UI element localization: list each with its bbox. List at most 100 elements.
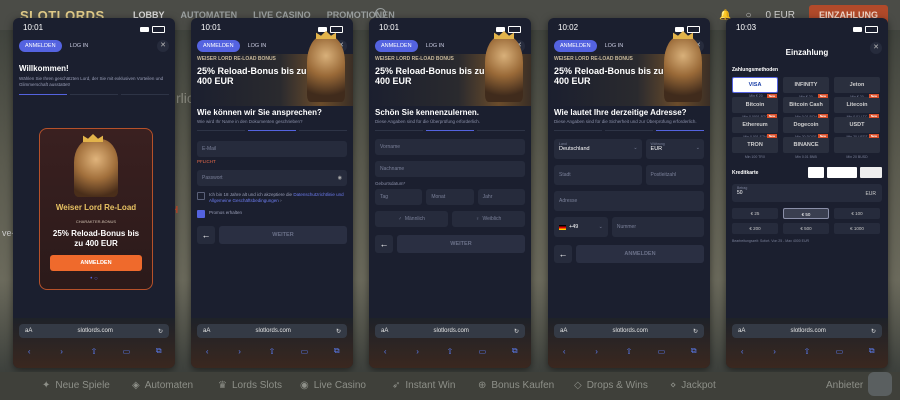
reload-icon[interactable]: ↻ xyxy=(871,328,876,335)
forward-icon[interactable]: › xyxy=(57,347,67,356)
payment-method[interactable]: INFINITYMin € 20 xyxy=(783,77,829,99)
payment-method[interactable]: JetonMin € 20 xyxy=(834,77,880,99)
tab-register[interactable]: ANMELDEN xyxy=(197,40,240,52)
female-option[interactable]: ♀ Weiblich xyxy=(452,211,525,227)
payment-method[interactable]: USDTNewMin 20 USDT xyxy=(834,114,880,139)
city-field[interactable]: Stadt xyxy=(554,165,642,185)
forward-icon[interactable]: › xyxy=(592,347,602,356)
cat-drops-wins[interactable]: ◇ Drops & Wins xyxy=(574,380,648,391)
back-icon[interactable]: ‹ xyxy=(737,347,747,356)
payment-method[interactable]: Bitcoin CashNewMin 0.01 BCH xyxy=(783,94,829,119)
payment-method[interactable]: DogecoinNewMin 20 DOGE xyxy=(783,114,829,139)
tab-register[interactable]: ANMELDEN xyxy=(375,40,418,52)
year-field[interactable]: Jahr xyxy=(477,189,525,205)
reload-icon[interactable]: ↻ xyxy=(693,328,698,335)
register-submit-button[interactable]: ANMELDEN xyxy=(576,245,704,263)
cat-automaten[interactable]: ◈ Automaten xyxy=(132,380,193,391)
cat-anbieter[interactable]: Anbieter xyxy=(826,380,863,391)
promos-checkbox[interactable] xyxy=(197,210,205,218)
url-bar[interactable]: aA slotlords.com ↻ xyxy=(19,324,169,338)
cat-bonus-kaufen[interactable]: ⊕ Bonus Kaufen xyxy=(478,380,554,391)
promos-checkbox-row[interactable]: Promos erhalten xyxy=(191,204,353,218)
text-size-button[interactable]: aA xyxy=(560,328,567,334)
cat-neue-spiele[interactable]: ✦ Neue Spiele xyxy=(42,380,110,391)
tab-register[interactable]: ANMELDEN xyxy=(554,40,597,52)
back-arrow-icon[interactable]: ← xyxy=(375,235,393,253)
tabs-icon[interactable]: ⧉ xyxy=(867,346,877,356)
payment-method[interactable]: LitecoinNewMin 0.01 LTC xyxy=(834,94,880,119)
payment-method[interactable]: New Min 20 BUSD xyxy=(834,134,880,159)
amount-chip[interactable]: € 25 xyxy=(732,208,778,219)
male-option[interactable]: ♂ Männlich xyxy=(375,211,448,227)
share-icon[interactable]: ⇧ xyxy=(445,347,455,356)
chat-icon[interactable] xyxy=(868,372,892,396)
forward-icon[interactable]: › xyxy=(235,347,245,356)
text-size-button[interactable]: aA xyxy=(203,328,210,334)
amount-chip[interactable]: € 500 xyxy=(783,223,829,234)
tab-register[interactable]: ANMELDEN xyxy=(19,40,62,52)
close-icon[interactable]: ✕ xyxy=(157,40,169,52)
phone-number-field[interactable]: Nummer xyxy=(611,217,704,237)
back-icon[interactable]: ‹ xyxy=(24,347,34,356)
forward-icon[interactable]: › xyxy=(413,347,423,356)
cat-instant-win[interactable]: ➶ Instant Win xyxy=(392,380,455,391)
text-size-button[interactable]: aA xyxy=(738,328,745,334)
carousel-dots[interactable]: • ○ xyxy=(13,276,175,282)
next-button[interactable]: WEITER xyxy=(219,226,347,244)
address-field[interactable]: Adresse xyxy=(554,191,704,211)
payment-method[interactable]: BINANCE New Min 0.01 BNB xyxy=(783,134,829,159)
bookmarks-icon[interactable]: ▭ xyxy=(299,347,309,356)
text-size-button[interactable]: aA xyxy=(381,328,388,334)
firstname-field[interactable]: Vorname xyxy=(375,139,525,155)
password-field[interactable]: Passwort ◉ xyxy=(197,170,347,186)
reload-icon[interactable]: ↻ xyxy=(158,328,163,335)
country-select[interactable]: Land Deutschland ⌄ xyxy=(554,139,642,159)
bookmarks-icon[interactable]: ▭ xyxy=(656,347,666,356)
promo-card[interactable]: Weiser Lord Re-Load CHARAKTER-BONUS 25% … xyxy=(39,128,153,290)
tabs-icon[interactable]: ⧉ xyxy=(510,346,520,356)
back-arrow-icon[interactable]: ← xyxy=(554,245,572,263)
terms-checkbox-row[interactable]: Ich bin 18 Jahre alt und ich akzeptiere … xyxy=(191,186,353,204)
payment-method[interactable]: VISA Min € 20 xyxy=(732,77,778,98)
share-icon[interactable]: ⇧ xyxy=(624,347,634,356)
back-icon[interactable]: ‹ xyxy=(380,347,390,356)
share-icon[interactable]: ⇧ xyxy=(802,347,812,356)
tabs-icon[interactable]: ⧉ xyxy=(332,346,342,356)
promo-register-button[interactable]: ANMELDEN xyxy=(50,255,142,271)
amount-field[interactable]: Betrag 50 EUR xyxy=(732,184,882,202)
cat-live-casino[interactable]: ◉ Live Casino xyxy=(300,380,366,391)
url-bar[interactable]: aA slotlords.com ↻ xyxy=(197,324,347,338)
cat-lords-slots[interactable]: ♛ Lords Slots xyxy=(218,380,282,391)
forward-icon[interactable]: › xyxy=(770,347,780,356)
day-field[interactable]: Tag xyxy=(375,189,423,205)
phone-prefix-select[interactable]: +49 ⌄ xyxy=(554,217,608,237)
payment-method[interactable]: BitcoinNewMin 0.0001 BTC xyxy=(732,94,778,119)
payment-method[interactable]: TRON New Min 100 TRX xyxy=(732,134,778,159)
currency-select[interactable]: Währung EUR ⌄ xyxy=(645,139,704,159)
tab-login[interactable]: LOG IN xyxy=(420,40,451,52)
back-icon[interactable]: ‹ xyxy=(202,347,212,356)
amount-chip[interactable]: € 1000 xyxy=(834,223,880,234)
lastname-field[interactable]: Nachname xyxy=(375,161,525,177)
tabs-icon[interactable]: ⧉ xyxy=(689,346,699,356)
amount-chip[interactable]: € 100 xyxy=(834,208,880,219)
url-bar[interactable]: aA slotlords.com ↻ xyxy=(554,324,704,338)
bookmarks-icon[interactable]: ▭ xyxy=(834,347,844,356)
reload-icon[interactable]: ↻ xyxy=(336,328,341,335)
cat-jackpot[interactable]: ⋄ Jackpot xyxy=(670,380,716,391)
text-size-button[interactable]: aA xyxy=(25,328,32,334)
tab-login[interactable]: LOG IN xyxy=(599,40,630,52)
share-icon[interactable]: ⇧ xyxy=(267,347,277,356)
terms-checkbox[interactable] xyxy=(197,192,205,200)
back-arrow-icon[interactable]: ← xyxy=(197,226,215,244)
payment-method[interactable]: EthereumNewMin 0.001 ETH xyxy=(732,114,778,139)
eye-icon[interactable]: ◉ xyxy=(338,175,342,181)
url-bar[interactable]: aA slotlords.com ↻ xyxy=(732,324,882,338)
reload-icon[interactable]: ↻ xyxy=(514,328,519,335)
tabs-icon[interactable]: ⧉ xyxy=(154,346,164,356)
amount-chip[interactable]: € 200 xyxy=(732,223,778,234)
zip-field[interactable]: Postleitzahl xyxy=(645,165,704,185)
url-bar[interactable]: aA slotlords.com ↻ xyxy=(375,324,525,338)
month-field[interactable]: Monat xyxy=(426,189,474,205)
email-field[interactable]: E-Mail xyxy=(197,141,347,157)
